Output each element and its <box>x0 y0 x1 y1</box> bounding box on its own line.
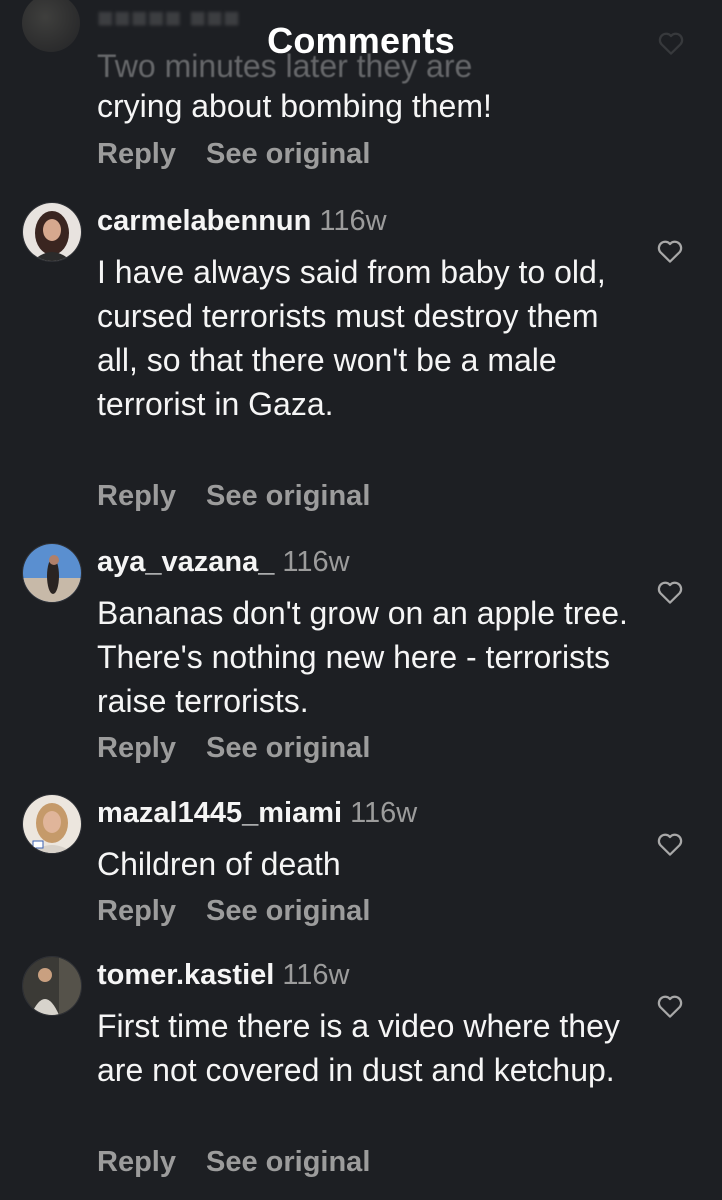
heart-outline-icon[interactable] <box>654 577 686 607</box>
comment-header: carmelabennun 116w <box>97 203 387 239</box>
comment-actions: Reply See original <box>97 480 370 513</box>
reply-button[interactable]: Reply <box>97 138 176 171</box>
page-title: Comments <box>267 20 455 61</box>
comment-header: tomer.kastiel 116w <box>97 957 350 993</box>
comments-screen: ■■■■■ ■■■ Two minutes later they are Com… <box>0 0 722 1200</box>
heart-outline-icon[interactable] <box>654 236 686 266</box>
comment-text: crying about bombing them! <box>97 88 492 124</box>
heart-outline-icon[interactable] <box>654 991 686 1021</box>
see-original-button[interactable]: See original <box>206 732 370 765</box>
heart-outline-icon[interactable] <box>654 829 686 859</box>
see-original-button[interactable]: See original <box>206 895 370 928</box>
comment-text: Bananas don't grow on an apple tree. The… <box>97 595 628 719</box>
comment-header: mazal1445_miami 116w <box>97 795 417 831</box>
username[interactable]: carmelabennun <box>97 205 311 237</box>
reply-button[interactable]: Reply <box>97 895 176 928</box>
timestamp: 116w <box>282 546 350 578</box>
reply-button[interactable]: Reply <box>97 1146 176 1179</box>
see-original-button[interactable]: See original <box>206 480 370 513</box>
avatar-image <box>23 795 81 853</box>
comment-actions: Reply See original <box>97 732 370 765</box>
comment-text: Children of death <box>97 846 341 882</box>
username[interactable]: mazal1445_miami <box>97 797 342 829</box>
reply-button[interactable]: Reply <box>97 732 176 765</box>
avatar-image <box>23 544 81 602</box>
reply-button[interactable]: Reply <box>97 480 176 513</box>
see-original-button[interactable]: See original <box>206 138 370 171</box>
avatar-image <box>23 957 81 1015</box>
comment-actions: Reply See original <box>97 1146 370 1179</box>
comment-header: aya_vazana_ 116w <box>97 544 350 580</box>
avatar[interactable] <box>22 543 82 603</box>
avatar[interactable] <box>22 794 82 854</box>
username[interactable]: aya_vazana_ <box>97 546 274 578</box>
comment-actions: Reply See original <box>97 138 370 171</box>
timestamp: 116w <box>350 797 418 829</box>
comment-text: I have always said from baby to old, cur… <box>97 254 606 422</box>
timestamp: 116w <box>282 959 350 991</box>
avatar[interactable] <box>22 956 82 1016</box>
comment-actions: Reply See original <box>97 895 370 928</box>
comment-text: First time there is a video where they a… <box>97 1008 620 1088</box>
timestamp: 116w <box>319 205 387 237</box>
see-original-button[interactable]: See original <box>206 1146 370 1179</box>
avatar-image <box>23 203 81 261</box>
username[interactable]: tomer.kastiel <box>97 959 274 991</box>
avatar[interactable] <box>22 202 82 262</box>
